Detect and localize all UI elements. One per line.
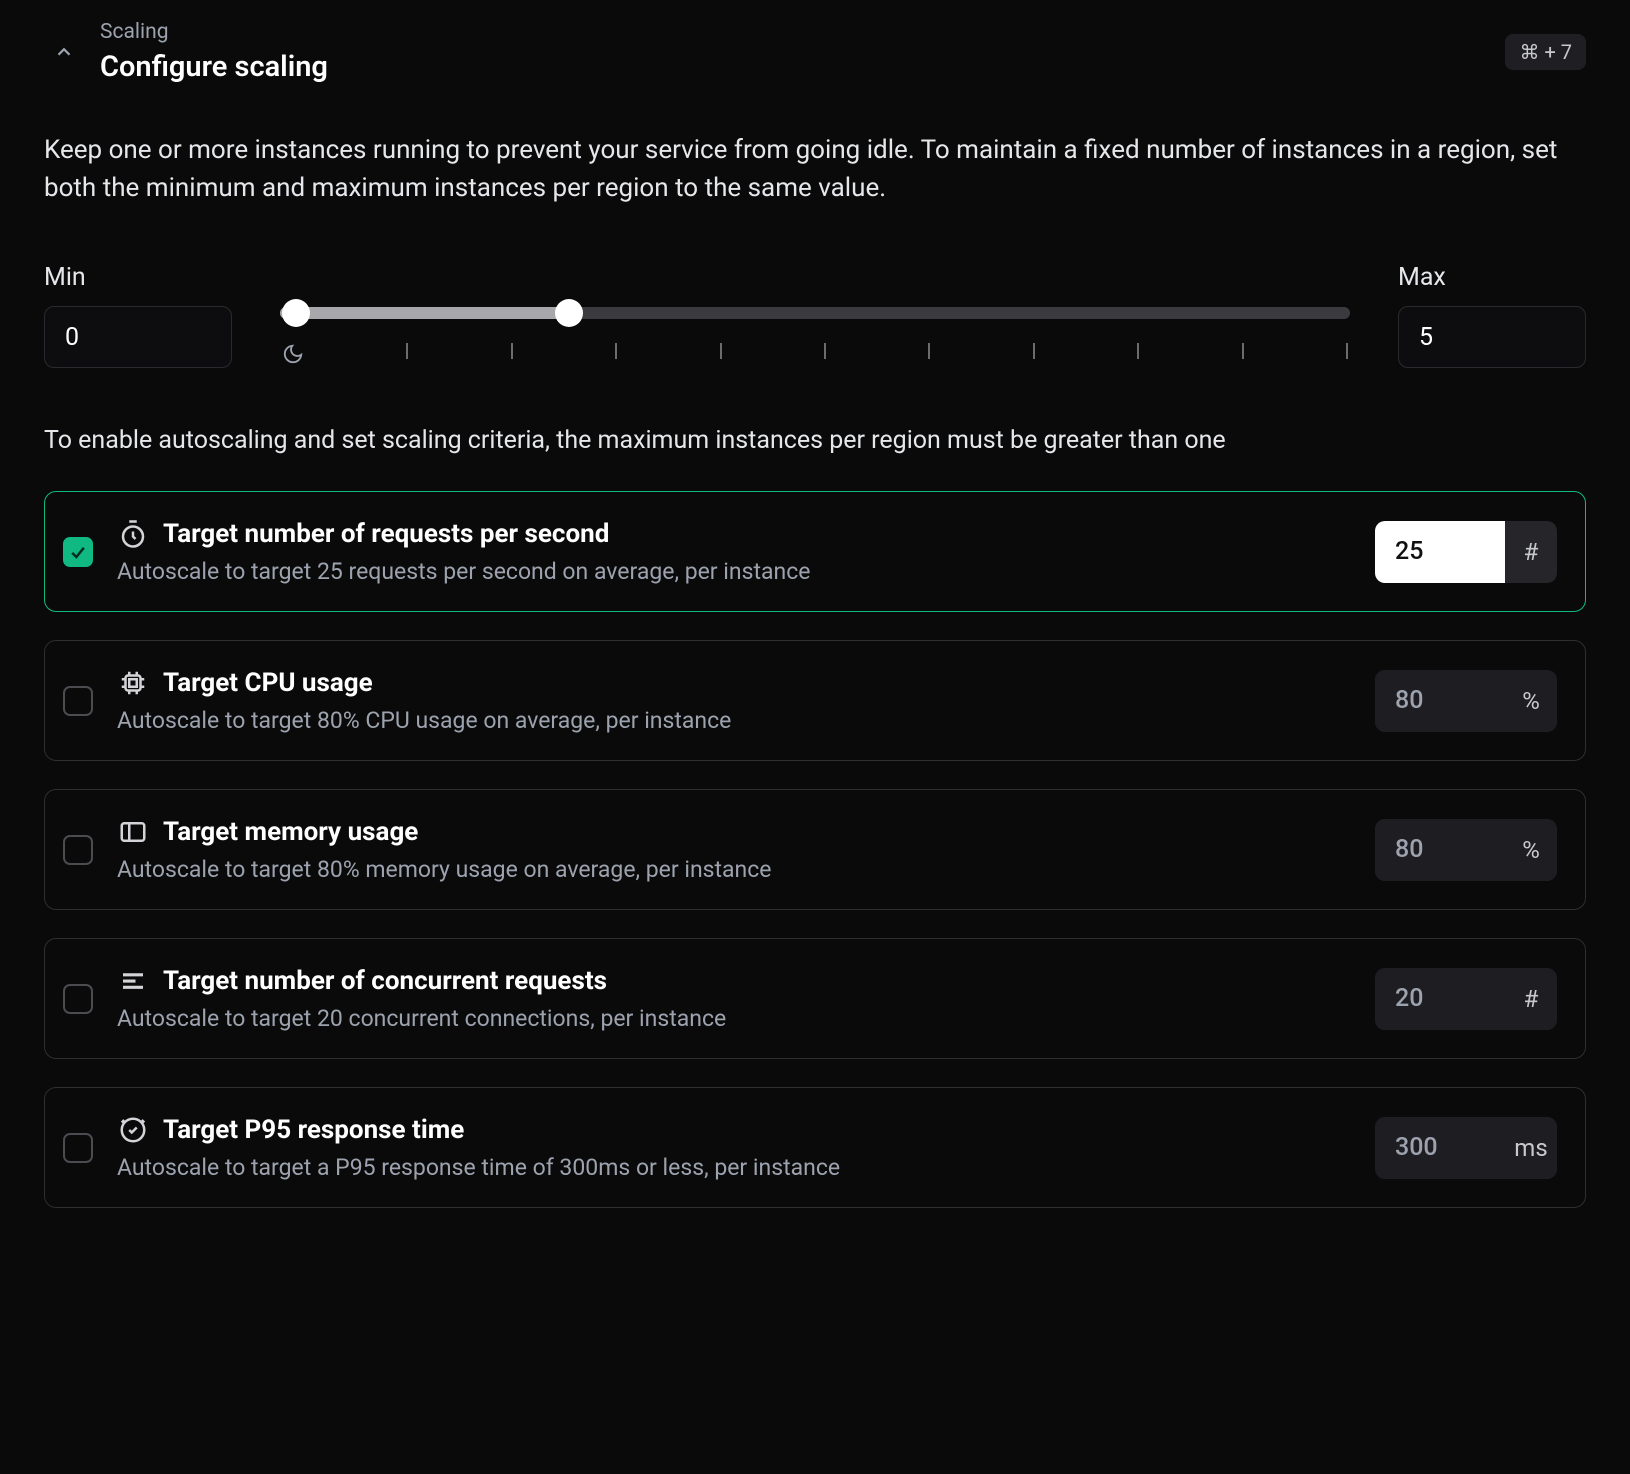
criteria-title: Target memory usage xyxy=(163,817,418,847)
criteria-value-input[interactable] xyxy=(1375,968,1505,1030)
criteria-unit: ms xyxy=(1505,1117,1557,1179)
criteria-list: Target number of requests per second Auto… xyxy=(44,491,1586,1208)
criteria-card-2[interactable]: Target memory usage Autoscale to target 8… xyxy=(44,789,1586,910)
criteria-unit: # xyxy=(1505,521,1557,583)
autoscaling-note: To enable autoscaling and set scaling cr… xyxy=(44,426,1586,455)
criteria-description: Autoscale to target 80% memory usage on … xyxy=(117,856,1351,883)
memory-icon xyxy=(117,816,149,848)
page-header: Scaling Configure scaling ⌘ + 7 xyxy=(44,20,1586,84)
criteria-body: Target number of requests per second Auto… xyxy=(117,518,1351,585)
breadcrumb: Scaling xyxy=(100,20,1485,44)
criteria-checkbox[interactable] xyxy=(63,984,93,1014)
slider-ticks xyxy=(280,343,1350,365)
chevron-up-icon xyxy=(53,41,75,63)
criteria-value-group: # xyxy=(1375,521,1557,583)
criteria-card-0[interactable]: Target number of requests per second Auto… xyxy=(44,491,1586,612)
cpu-icon xyxy=(117,667,149,699)
criteria-title: Target number of concurrent requests xyxy=(163,966,607,996)
criteria-value-group: ms xyxy=(1375,1117,1557,1179)
criteria-card-3[interactable]: Target number of concurrent requests Auto… xyxy=(44,938,1586,1059)
clock-check-icon xyxy=(117,1114,149,1146)
criteria-body: Target P95 response time Autoscale to tar… xyxy=(117,1114,1351,1181)
slider-fill xyxy=(280,307,569,319)
criteria-value-input[interactable] xyxy=(1375,670,1505,732)
criteria-checkbox[interactable] xyxy=(63,537,93,567)
criteria-value-input[interactable] xyxy=(1375,819,1505,881)
criteria-card-4[interactable]: Target P95 response time Autoscale to tar… xyxy=(44,1087,1586,1208)
criteria-unit: # xyxy=(1505,968,1557,1030)
criteria-card-1[interactable]: Target CPU usage Autoscale to target 80% … xyxy=(44,640,1586,761)
keyboard-shortcut-badge: ⌘ + 7 xyxy=(1505,34,1586,70)
criteria-value-group: % xyxy=(1375,819,1557,881)
lines-icon xyxy=(117,965,149,997)
criteria-title: Target P95 response time xyxy=(163,1115,464,1145)
scaling-description: Keep one or more instances running to pr… xyxy=(44,132,1586,207)
page-title: Configure scaling xyxy=(100,50,1485,84)
moon-icon xyxy=(282,343,304,365)
criteria-title: Target number of requests per second xyxy=(163,519,609,549)
criteria-checkbox[interactable] xyxy=(63,1133,93,1163)
criteria-description: Autoscale to target 25 requests per seco… xyxy=(117,558,1351,585)
min-instances-input[interactable] xyxy=(44,306,232,368)
stopwatch-icon xyxy=(117,518,149,550)
instance-range-controls: Min Max xyxy=(44,263,1586,368)
criteria-description: Autoscale to target a P95 response time … xyxy=(117,1154,1351,1181)
criteria-body: Target memory usage Autoscale to target 8… xyxy=(117,816,1351,883)
criteria-title: Target CPU usage xyxy=(163,668,373,698)
criteria-unit: % xyxy=(1505,670,1557,732)
criteria-checkbox[interactable] xyxy=(63,686,93,716)
collapse-button[interactable] xyxy=(48,36,80,68)
criteria-description: Autoscale to target 80% CPU usage on ave… xyxy=(117,707,1351,734)
criteria-unit: % xyxy=(1505,819,1557,881)
max-instances-input[interactable] xyxy=(1398,306,1586,368)
instance-range-slider[interactable] xyxy=(280,307,1350,319)
min-label: Min xyxy=(44,263,232,292)
slider-max-thumb[interactable] xyxy=(555,299,583,327)
slider-min-thumb[interactable] xyxy=(282,299,310,327)
criteria-description: Autoscale to target 20 concurrent connec… xyxy=(117,1005,1351,1032)
criteria-value-group: % xyxy=(1375,670,1557,732)
criteria-body: Target number of concurrent requests Auto… xyxy=(117,965,1351,1032)
criteria-body: Target CPU usage Autoscale to target 80% … xyxy=(117,667,1351,734)
criteria-value-group: # xyxy=(1375,968,1557,1030)
criteria-value-input[interactable] xyxy=(1375,521,1505,583)
max-label: Max xyxy=(1398,263,1586,292)
criteria-value-input[interactable] xyxy=(1375,1117,1505,1179)
criteria-checkbox[interactable] xyxy=(63,835,93,865)
